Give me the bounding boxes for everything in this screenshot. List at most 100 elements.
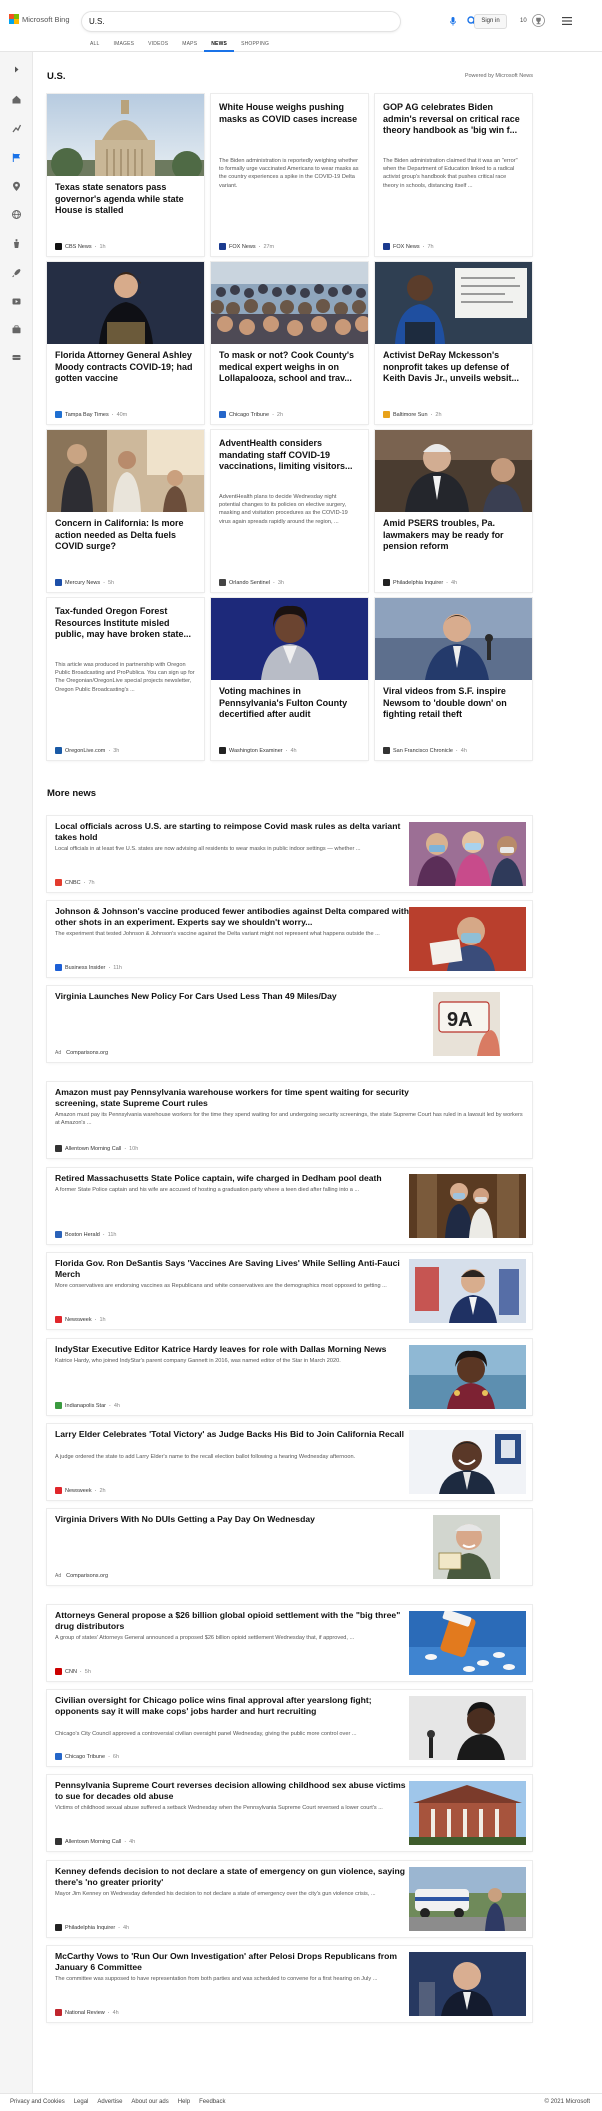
tab-all[interactable]: ALL	[83, 38, 107, 52]
footer-link-legal[interactable]: Legal	[74, 2099, 89, 2105]
hamburger-menu-icon[interactable]	[562, 17, 572, 25]
item-title[interactable]: Virginia Drivers With No DUIs Getting a …	[55, 1514, 413, 1525]
card-title[interactable]: Florida Attorney General Ashley Moody co…	[55, 350, 197, 385]
news-list-item[interactable]: Johnson & Johnson's vaccine produced few…	[47, 901, 532, 977]
news-card[interactable]: Tax-funded Oregon Forest Resources Insti…	[47, 598, 204, 760]
microphone-icon[interactable]	[450, 17, 456, 26]
card-title[interactable]: White House weighs pushing masks as COVI…	[219, 102, 361, 125]
card-image	[211, 262, 368, 344]
news-card[interactable]: Voting machines in Pennsylvania's Fulton…	[211, 598, 368, 760]
source-logo-icon	[55, 1753, 62, 1760]
publish-time: 5h	[108, 579, 115, 586]
news-card[interactable]: To mask or not? Cook County's medical ex…	[211, 262, 368, 424]
item-image	[409, 1430, 526, 1494]
card-title[interactable]: Concern in California: Is more action ne…	[55, 518, 197, 553]
science-rocket-icon[interactable]	[11, 267, 22, 278]
publish-time: 4h	[451, 579, 458, 586]
news-list-item[interactable]: Civilian oversight for Chicago police wi…	[47, 1690, 532, 1766]
source-name: Allentown Morning Call	[65, 1145, 122, 1152]
tab-images[interactable]: IMAGES	[107, 38, 142, 52]
more-news-heading: More news	[47, 788, 97, 799]
rewards-count[interactable]: 10	[520, 18, 527, 24]
news-card[interactable]: Concern in California: Is more action ne…	[47, 430, 204, 592]
news-list-item[interactable]: Local officials across U.S. are starting…	[47, 816, 532, 892]
news-list-item[interactable]: McCarthy Vows to 'Run Our Own Investigat…	[47, 1946, 532, 2022]
item-source: Chicago Tribune · 6h	[55, 1753, 119, 1760]
news-list-item[interactable]: Florida Gov. Ron DeSantis Says 'Vaccines…	[47, 1253, 532, 1329]
card-title[interactable]: Tax-funded Oregon Forest Resources Insti…	[55, 606, 197, 641]
news-card[interactable]: White House weighs pushing masks as COVI…	[211, 94, 368, 256]
card-source: Mercury News · 5h	[55, 579, 114, 586]
item-title[interactable]: Larry Elder Celebrates 'Total Victory' a…	[55, 1429, 413, 1440]
tab-maps[interactable]: MAPS	[175, 38, 204, 52]
bing-logo[interactable]: Microsoft Bing	[9, 14, 70, 24]
page-footer: Privacy and Cookies Legal Advertise Abou…	[0, 2093, 602, 2111]
us-flag-icon[interactable]	[11, 152, 22, 163]
footer-link-about-ads[interactable]: About our ads	[131, 2099, 168, 2105]
news-list-item[interactable]: Amazon must pay Pennsylvania warehouse w…	[47, 1082, 532, 1158]
home-icon[interactable]	[11, 94, 22, 105]
card-source: Philadelphia Inquirer · 4h	[383, 579, 457, 586]
footer-link-privacy[interactable]: Privacy and Cookies	[10, 2099, 65, 2105]
svg-text:9A: 9A	[447, 1009, 473, 1031]
item-title[interactable]: Amazon must pay Pennsylvania warehouse w…	[55, 1087, 413, 1109]
world-globe-icon[interactable]	[11, 209, 22, 220]
tab-shopping[interactable]: SHOPPING	[234, 38, 276, 52]
top-stories-icon[interactable]	[11, 123, 22, 134]
sign-in-button[interactable]: Sign in	[474, 14, 507, 29]
item-title[interactable]: McCarthy Vows to 'Run Our Own Investigat…	[55, 1951, 413, 1973]
card-title[interactable]: To mask or not? Cook County's medical ex…	[219, 350, 361, 385]
item-snippet: A former State Police captain and his wi…	[55, 1187, 360, 1193]
news-list-item[interactable]: Virginia Drivers With No DUIs Getting a …	[47, 1509, 532, 1585]
news-card[interactable]: AdventHealth considers mandating staff C…	[211, 430, 368, 592]
item-title[interactable]: IndyStar Executive Editor Katrice Hardy …	[55, 1344, 413, 1355]
news-card[interactable]: Viral videos from S.F. inspire Newsom to…	[375, 598, 532, 760]
item-title[interactable]: Virginia Launches New Policy For Cars Us…	[55, 991, 413, 1002]
item-title[interactable]: Local officials across U.S. are starting…	[55, 821, 413, 843]
news-list-item[interactable]: Larry Elder Celebrates 'Total Victory' a…	[47, 1424, 532, 1500]
ad-badge: Ad	[55, 1573, 62, 1579]
footer-link-help[interactable]: Help	[178, 2099, 190, 2105]
item-title[interactable]: Attorneys General propose a $26 billion …	[55, 1610, 413, 1632]
news-list-item[interactable]: Kenney defends decision to not declare a…	[47, 1861, 532, 1937]
entertainment-play-icon[interactable]	[11, 296, 22, 307]
local-pin-icon[interactable]	[11, 181, 22, 192]
card-title[interactable]: GOP AG celebrates Biden admin's reversal…	[383, 102, 525, 137]
news-card[interactable]: Amid PSERS troubles, Pa. lawmakers may b…	[375, 430, 532, 592]
card-title[interactable]: Activist DeRay Mckesson's nonprofit take…	[383, 350, 525, 385]
card-title[interactable]: Viral videos from S.F. inspire Newsom to…	[383, 686, 525, 721]
item-title[interactable]: Johnson & Johnson's vaccine produced few…	[55, 906, 413, 928]
source-name: CBS News	[65, 243, 92, 250]
news-list-item[interactable]: Retired Massachusetts State Police capta…	[47, 1168, 532, 1244]
card-title[interactable]: Texas state senators pass governor's age…	[55, 182, 197, 217]
tab-news[interactable]: NEWS	[204, 38, 235, 52]
card-title[interactable]: AdventHealth considers mandating staff C…	[219, 438, 361, 473]
item-title[interactable]: Civilian oversight for Chicago police wi…	[55, 1695, 413, 1717]
card-title[interactable]: Voting machines in Pennsylvania's Fulton…	[219, 686, 361, 721]
card-title[interactable]: Amid PSERS troubles, Pa. lawmakers may b…	[383, 518, 525, 553]
sports-icon[interactable]	[11, 352, 22, 363]
expand-chevron-icon[interactable]	[11, 64, 22, 75]
news-card[interactable]: Texas state senators pass governor's age…	[47, 94, 204, 256]
item-title[interactable]: Pennsylvania Supreme Court reverses deci…	[55, 1780, 413, 1802]
politics-podium-icon[interactable]	[11, 238, 22, 249]
rewards-trophy-icon[interactable]	[532, 14, 545, 27]
footer-link-advertise[interactable]: Advertise	[97, 2099, 122, 2105]
news-card[interactable]: GOP AG celebrates Biden admin's reversal…	[375, 94, 532, 256]
item-title[interactable]: Florida Gov. Ron DeSantis Says 'Vaccines…	[55, 1258, 413, 1280]
item-source: National Review · 4h	[55, 2009, 119, 2016]
news-card[interactable]: Florida Attorney General Ashley Moody co…	[47, 262, 204, 424]
item-title[interactable]: Kenney defends decision to not declare a…	[55, 1866, 413, 1888]
news-list-item[interactable]: Pennsylvania Supreme Court reverses deci…	[47, 1775, 532, 1851]
news-list-item[interactable]: Attorneys General propose a $26 billion …	[47, 1605, 532, 1681]
business-briefcase-icon[interactable]	[11, 324, 22, 335]
news-list-item[interactable]: Virginia Launches New Policy For Cars Us…	[47, 986, 532, 1062]
search-input[interactable]	[89, 16, 339, 27]
source-name: Chicago Tribune	[229, 411, 270, 418]
news-list-item[interactable]: IndyStar Executive Editor Katrice Hardy …	[47, 1339, 532, 1415]
item-title[interactable]: Retired Massachusetts State Police capta…	[55, 1173, 413, 1184]
news-card[interactable]: Activist DeRay Mckesson's nonprofit take…	[375, 262, 532, 424]
card-snippet: This article was produced in partnership…	[55, 662, 195, 693]
footer-link-feedback[interactable]: Feedback	[199, 2099, 225, 2105]
tab-videos[interactable]: VIDEOS	[141, 38, 175, 52]
